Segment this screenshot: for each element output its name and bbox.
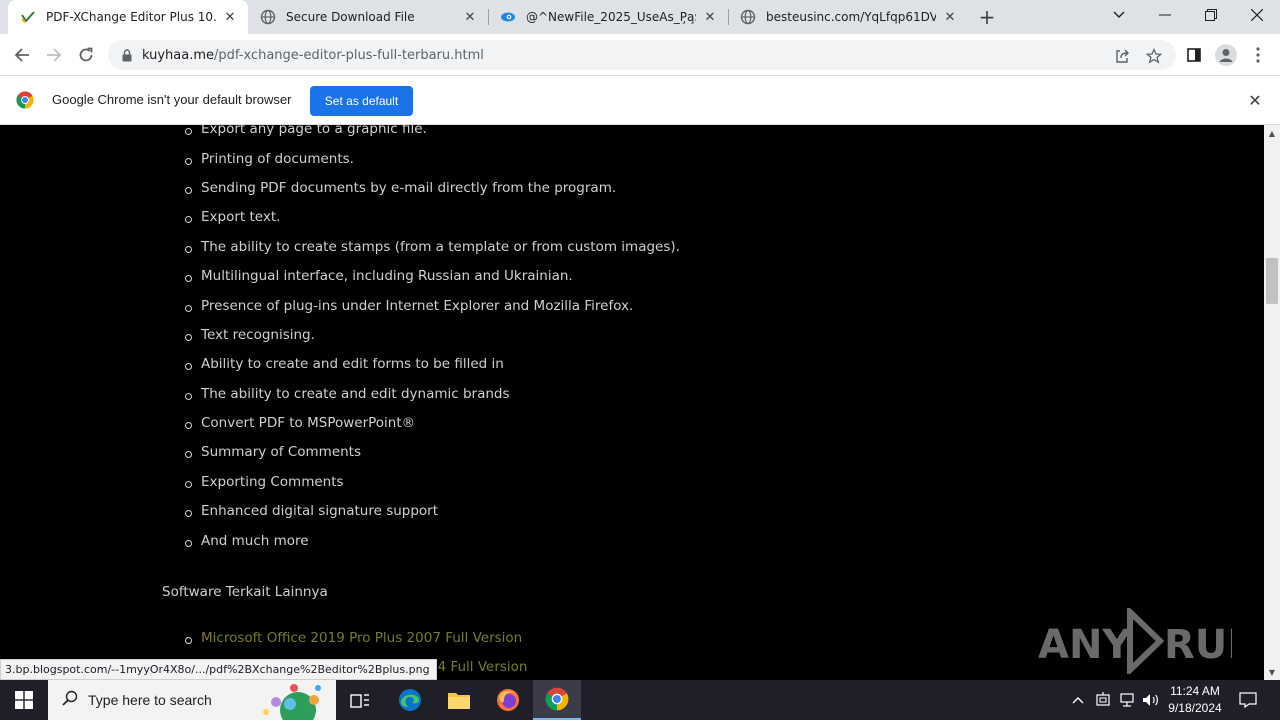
clock-date: 9/18/2024 <box>1168 701 1222 715</box>
list-item: Export any page to a graphic file. <box>185 125 427 137</box>
related-link[interactable]: x64 Full Version <box>404 659 527 675</box>
list-item: Export text. <box>184 209 281 225</box>
tab-secure-download[interactable]: Secure Download File ✕ <box>248 0 488 34</box>
windows-taskbar: Type here to search 11:24 AM 9/18/2024 <box>0 680 1280 720</box>
tab-strip: PDF-XChange Editor Plus 10.3.1. ✕ Secure… <box>0 0 1280 34</box>
list-item: Text recognising. <box>185 327 315 343</box>
kebab-menu-icon[interactable] <box>1246 43 1270 67</box>
file-explorer-icon[interactable] <box>435 680 483 720</box>
list-item: Presence of plug-ins under Internet Expl… <box>184 298 634 314</box>
list-item: Sending PDF documents by e-mail directly… <box>184 180 617 196</box>
infobar-message: Google Chrome isn't your default browser <box>52 92 292 107</box>
list-item: Ability to create and edit forms to be f… <box>185 356 504 372</box>
reload-button[interactable] <box>74 43 98 67</box>
set-as-default-button[interactable]: Set as default <box>310 86 413 116</box>
close-icon[interactable]: ✕ <box>462 9 478 25</box>
scroll-thumb[interactable] <box>1266 258 1278 304</box>
browser-toolbar: kuyhaa.me/pdf-xchange-editor-plus-full-t… <box>0 34 1280 76</box>
list-item: The ability to create and edit dynamic b… <box>185 386 510 402</box>
list-item: Enhanced digital signature support <box>184 503 439 519</box>
search-placeholder: Type here to search <box>88 692 212 708</box>
profile-avatar[interactable] <box>1214 43 1238 67</box>
device-icon[interactable] <box>1093 690 1113 710</box>
share-icon[interactable] <box>1110 44 1134 68</box>
page-content: Export any page to a graphic file. Print… <box>0 125 1264 680</box>
list-item: Summary of Comments <box>184 444 362 460</box>
link-status-bubble: 3.bp.blogspot.com/--1myyOr4X8o/.../pdf%2… <box>0 659 437 680</box>
globe-icon <box>740 9 756 25</box>
tab-title: @^NewFile_2025_UseAs_P̧a̧$$C0 <box>526 10 696 24</box>
back-button[interactable] <box>10 43 34 67</box>
edge-browser-icon[interactable] <box>386 680 434 720</box>
forward-button[interactable] <box>42 43 66 67</box>
svg-text:ANY: ANY <box>1038 622 1132 668</box>
url-host: kuyhaa.me <box>142 47 215 63</box>
url-path: /pdf-xchange-editor-plus-full-terbaru.ht… <box>214 47 484 63</box>
minimize-button[interactable] <box>1142 0 1188 30</box>
tab-title: Secure Download File <box>286 10 415 24</box>
chrome-taskbar-icon[interactable] <box>533 680 581 720</box>
system-clock[interactable]: 11:24 AM 9/18/2024 <box>1162 683 1228 717</box>
taskbar-search-box[interactable]: Type here to search <box>48 680 336 720</box>
chevron-up-icon[interactable] <box>1068 690 1088 710</box>
tab-besteusinc[interactable]: besteusinc.com/YqLfqp61DVhBr ✕ <box>728 0 968 34</box>
clock-time: 11:24 AM <box>1170 684 1220 698</box>
search-icon <box>62 690 78 710</box>
eye-favicon <box>500 9 516 25</box>
default-browser-infobar: Google Chrome isn't your default browser… <box>0 76 1280 125</box>
address-bar[interactable]: kuyhaa.me/pdf-xchange-editor-plus-full-t… <box>108 40 1176 70</box>
search-highlight-globe-icon <box>258 682 332 720</box>
firefox-icon[interactable] <box>484 680 532 720</box>
tab-pdf-xchange[interactable]: PDF-XChange Editor Plus 10.3.1. ✕ <box>8 0 248 34</box>
globe-icon <box>260 9 276 25</box>
new-tab-button[interactable]: + <box>976 5 998 29</box>
anyrun-watermark-logo: ANY RUN <box>1038 608 1232 674</box>
related-link[interactable]: Microsoft Office 2019 Pro Plus 2007 Full… <box>184 630 522 646</box>
task-view-button[interactable] <box>336 680 384 720</box>
tab-title: besteusinc.com/YqLfqp61DVhBr <box>766 10 936 24</box>
list-item: Exporting Comments <box>185 474 344 490</box>
windows-logo-icon <box>15 691 33 709</box>
chrome-logo-icon <box>16 91 34 109</box>
lock-icon[interactable] <box>120 48 134 62</box>
close-icon[interactable]: ✕ <box>702 9 718 25</box>
tab-search-chevron-icon[interactable] <box>1096 0 1142 30</box>
notification-icon[interactable] <box>1238 690 1258 710</box>
tab-title: PDF-XChange Editor Plus 10.3.1. <box>46 10 216 24</box>
list-item: The ability to create stamps (from a tem… <box>185 239 680 255</box>
list-item: And much more <box>185 533 309 549</box>
side-panel-icon[interactable] <box>1182 43 1206 67</box>
list-item: Printing of documents. <box>185 151 354 167</box>
related-software-heading: Software Terkait Lainnya <box>162 584 328 600</box>
close-icon[interactable]: ✕ <box>1246 91 1264 110</box>
close-icon[interactable]: ✕ <box>222 9 238 25</box>
close-icon[interactable]: ✕ <box>942 9 958 25</box>
tab-newfile[interactable]: @^NewFile_2025_UseAs_P̧a̧$$C0 ✕ <box>488 0 728 34</box>
scroll-up-arrow-icon[interactable]: ▲ <box>1264 125 1280 141</box>
kuyhaa-favicon <box>20 9 36 25</box>
page-scrollbar[interactable]: ▲ ▼ <box>1264 125 1280 680</box>
network-icon[interactable] <box>1117 690 1137 710</box>
scroll-down-arrow-icon[interactable]: ▼ <box>1264 664 1280 680</box>
list-item: Convert PDF to MSPowerPoint® <box>184 415 416 431</box>
svg-text:RUN: RUN <box>1164 622 1232 668</box>
list-item: Multilingual interface, including Russia… <box>185 268 573 284</box>
restore-button[interactable] <box>1188 0 1234 30</box>
bookmark-star-icon[interactable] <box>1142 44 1166 68</box>
start-button[interactable] <box>0 680 48 720</box>
close-window-button[interactable] <box>1234 0 1280 30</box>
volume-icon[interactable] <box>1141 690 1161 710</box>
